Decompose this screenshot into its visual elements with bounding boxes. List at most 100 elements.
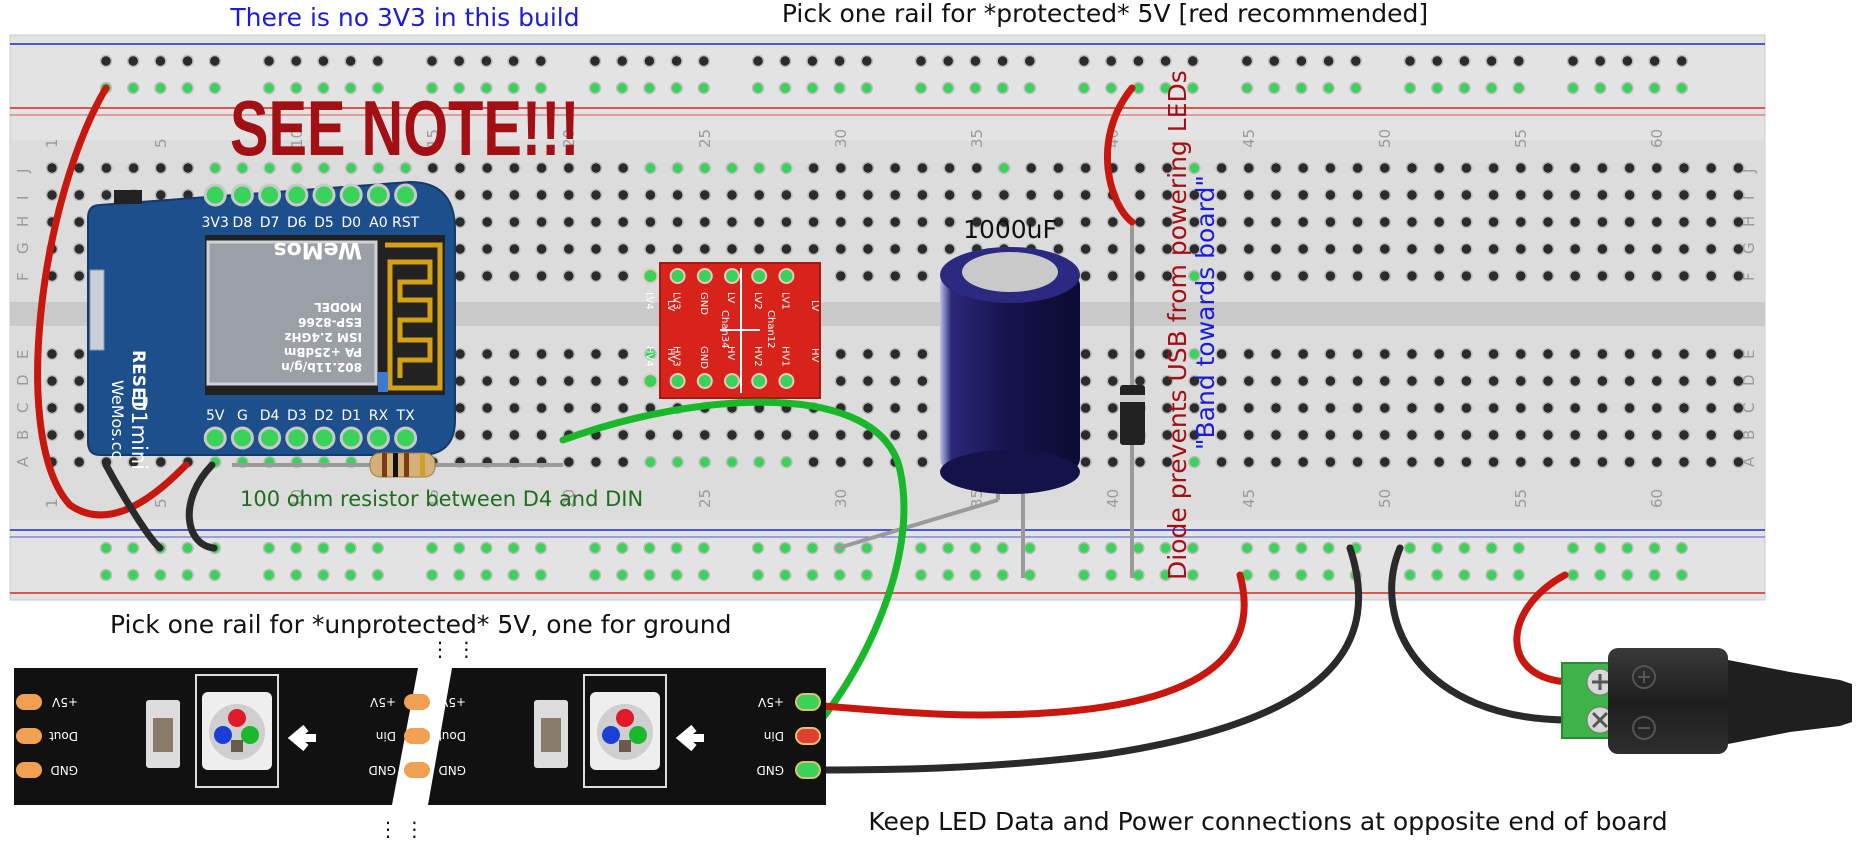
rail-hole [860, 541, 874, 555]
rail-hole [1023, 81, 1037, 95]
breadboard-hole [1541, 455, 1555, 469]
rail-hole [1593, 541, 1607, 555]
led-indicator [378, 372, 388, 392]
rail-hole [208, 54, 222, 68]
breadboard-hole [453, 401, 467, 415]
breadboard-hole [1623, 374, 1636, 388]
column-label: 30 [832, 129, 850, 148]
breadboard-hole [589, 347, 603, 361]
breadboard-hole [1623, 188, 1636, 202]
breadboard-hole [1568, 161, 1582, 175]
rail-hole [1240, 541, 1254, 555]
breadboard-hole [1514, 401, 1528, 415]
jack-cable-boot [1728, 660, 1852, 744]
rail-hole [697, 568, 711, 582]
rail-hole [480, 54, 493, 68]
level-shifter-pin-label: HV2 [752, 346, 763, 367]
rail-hole [534, 541, 548, 555]
rail-hole [670, 81, 683, 95]
rail-hole [914, 541, 928, 555]
rail-hole [1648, 568, 1661, 582]
wemos-brand-label: WeMos.cc [108, 380, 127, 459]
breadboard-hole [1541, 428, 1555, 442]
breadboard-hole [1650, 374, 1664, 388]
led-strip-pad-label: +5V [439, 695, 466, 709]
rail-hole [1267, 568, 1281, 582]
breadboard-hole [1133, 215, 1147, 229]
rail-hole [317, 541, 330, 555]
breadboard-hole [1079, 269, 1092, 283]
breadboard-hole [1514, 269, 1528, 283]
rail-hole [371, 568, 385, 582]
breadboard-hole [589, 455, 603, 469]
rail-hole [588, 54, 602, 68]
breadboard-hole [861, 242, 875, 256]
breadboard-hole [1296, 374, 1310, 388]
breadboard-hole [888, 161, 902, 175]
breadboard-hole [698, 161, 712, 175]
breadboard-hole [154, 455, 168, 469]
rail-hole [1485, 541, 1498, 555]
breadboard-hole [1351, 455, 1364, 469]
row-label: G [1740, 242, 1758, 254]
breadboard-hole [671, 428, 684, 442]
breadboard-hole [1296, 188, 1310, 202]
led-strip-pad-label: +5V [369, 695, 396, 709]
column-label: 35 [968, 129, 986, 148]
rail-hole [1430, 541, 1444, 555]
breadboard-hole [535, 242, 548, 256]
breadboard-hole [45, 428, 59, 442]
rail-hole [1621, 81, 1634, 95]
breadboard-hole [1460, 428, 1473, 442]
breadboard-hole [780, 428, 793, 442]
level-shifter-pin-label: LV4 [643, 292, 654, 310]
rail-hole [806, 568, 819, 582]
breadboard-hole [1487, 401, 1500, 415]
rail-hole [289, 541, 303, 555]
breadboard-hole [1269, 455, 1283, 469]
breadboard-hole [834, 161, 848, 175]
breadboard-hole [453, 269, 467, 283]
led-strip-pad [795, 761, 821, 779]
rail-hole [697, 54, 711, 68]
breadboard-hole [834, 188, 848, 202]
breadboard-hole [1269, 215, 1283, 229]
row-label: E [1740, 350, 1758, 359]
breadboard-hole [1024, 188, 1038, 202]
breadboard-hole [861, 347, 875, 361]
rail-hole [941, 54, 955, 68]
rail-hole [1512, 568, 1526, 582]
wemos-pin-pad [312, 183, 336, 207]
breadboard-hole [1269, 401, 1283, 415]
level-shifter-pin-pad [642, 268, 659, 284]
esp-module-text: WeMos [273, 237, 362, 262]
rail-hole [1186, 54, 1200, 68]
breadboard-hole [752, 188, 766, 202]
breadboard-hole [1487, 215, 1500, 229]
column-label: 1 [43, 138, 61, 148]
level-shifter-pin-pad [778, 268, 795, 284]
wemos-pin-pad [339, 183, 363, 207]
breadboard-hole [1596, 428, 1609, 442]
rail-hole [1132, 568, 1145, 582]
breadboard-hole [1704, 347, 1718, 361]
wemos-pin-label: D4 [260, 408, 280, 424]
breadboard-hole [1704, 401, 1718, 415]
breadboard-hole [1623, 401, 1636, 415]
breadboard-hole [1432, 428, 1446, 442]
wemos-pin-label: D2 [314, 408, 334, 424]
breadboard-hole [1568, 455, 1582, 469]
led-strip-pad-label: +5V [757, 695, 784, 709]
breadboard-hole [807, 242, 820, 256]
breadboard-hole [780, 161, 793, 175]
column-label: 45 [1240, 129, 1258, 148]
breadboard-hole [562, 455, 576, 469]
breadboard-hole [698, 188, 712, 202]
level-shifter-pin-pad [669, 373, 686, 389]
breadboard-hole [1215, 161, 1228, 175]
rail-hole [1267, 54, 1281, 68]
breadboard-hole [1079, 215, 1092, 229]
led-strip-pad-label: Dout [437, 729, 466, 743]
reset-button [114, 190, 142, 204]
breadboard-hole [752, 161, 766, 175]
